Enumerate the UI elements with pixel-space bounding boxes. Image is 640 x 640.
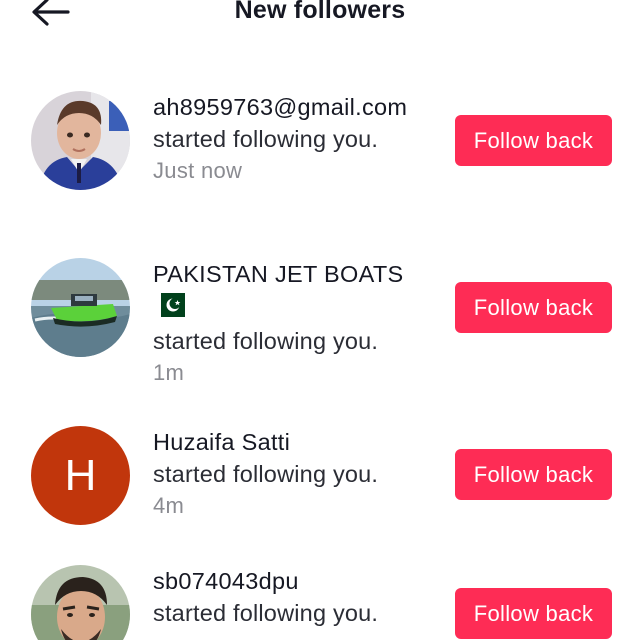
follower-name[interactable]: sb074043dpu xyxy=(153,565,438,597)
follow-message: started following you. xyxy=(153,327,379,354)
avatar[interactable]: H xyxy=(31,426,130,525)
page-title: New followers xyxy=(234,0,406,24)
follow-back-button[interactable]: Follow back xyxy=(455,588,612,639)
avatar[interactable] xyxy=(31,565,130,640)
header: New followers xyxy=(0,0,640,40)
avatar[interactable] xyxy=(31,91,130,190)
follower-name[interactable]: Huzaifa Satti xyxy=(153,426,438,458)
follow-back-button[interactable]: Follow back xyxy=(455,449,612,500)
avatar[interactable] xyxy=(31,258,130,357)
new-followers-screen: New followers ah8959763@gmail.com starte… xyxy=(0,0,640,640)
follower-name-text: PAKISTAN JET BOATS xyxy=(153,261,404,287)
follower-name[interactable]: ah8959763@gmail.com xyxy=(153,91,438,123)
follow-message: started following you. xyxy=(153,600,379,626)
timestamp: 1m xyxy=(153,359,185,385)
timestamp: Just now xyxy=(153,158,243,183)
follow-back-button[interactable]: Follow back xyxy=(455,282,612,333)
follow-message: started following you. xyxy=(153,461,379,487)
avatar-photo xyxy=(31,565,130,640)
pakistan-flag-icon xyxy=(153,292,185,325)
avatar-photo xyxy=(31,91,130,190)
avatar-photo xyxy=(31,258,130,357)
timestamp: 4m xyxy=(153,493,185,518)
follow-back-button[interactable]: Follow back xyxy=(455,115,612,166)
follow-message: started following you. xyxy=(153,126,379,152)
follower-name[interactable]: PAKISTAN JET BOATS xyxy=(153,258,438,325)
avatar-initial: H xyxy=(64,450,97,500)
